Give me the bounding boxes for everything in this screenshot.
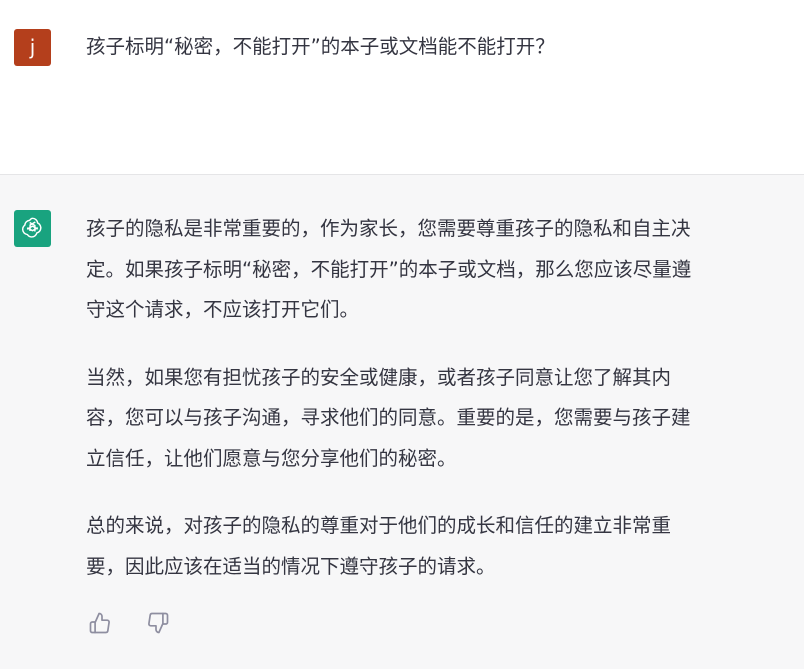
assistant-message-row: 孩子的隐私是非常重要的，作为家长，您需要尊重孩子的隐私和自主决 定。如果孩子标明“…	[0, 175, 804, 669]
thumbs-down-icon	[148, 612, 169, 634]
thumbs-up-button[interactable]	[88, 611, 114, 637]
answer-line: 容，您可以与孩子沟通，寻求他们的同意。重要的是，您需要与孩子建	[86, 406, 691, 429]
user-message-text: 孩子标明“秘密，不能打开”的本子或文档能不能打开？	[86, 35, 555, 58]
answer-paragraph: 总的来说，对孩子的隐私的尊重对于他们的成长和信任的建立非常重 要，因此应该在适当的…	[86, 506, 786, 587]
answer-line: 要，因此应该在适当的情况下遵守孩子的请求。	[86, 554, 496, 578]
thumbs-up-icon	[89, 612, 110, 634]
assistant-answer: 孩子的隐私是非常重要的，作为家长，您需要尊重孩子的隐私和自主决 定。如果孩子标明“…	[86, 209, 786, 614]
answer-paragraph: 孩子的隐私是非常重要的，作为家长，您需要尊重孩子的隐私和自主决 定。如果孩子标明“…	[86, 209, 786, 331]
openai-logo-icon	[21, 217, 42, 238]
answer-line: 定。如果孩子标明“秘密，不能打开”的本子或文档，那么您应该尽量遵	[86, 257, 692, 281]
user-message-row: j 孩子标明“秘密，不能打开”的本子或文档能不能打开？	[0, 0, 804, 175]
answer-paragraph: 当然，如果您有担忧孩子的安全或健康，或者孩子同意让您了解其内 容，您可以与孩子沟通…	[86, 358, 786, 480]
answer-line: 总的来说，对孩子的隐私的尊重对于他们的成长和信任的建立非常重	[86, 514, 672, 537]
answer-line: 守这个请求，不应该打开它们。	[86, 298, 360, 321]
answer-line: 孩子的隐私是非常重要的，作为家长，您需要尊重孩子的隐私和自主决	[86, 217, 691, 240]
assistant-avatar	[14, 210, 51, 247]
user-avatar: j	[14, 29, 51, 66]
thumbs-down-button[interactable]	[146, 611, 172, 637]
answer-line: 立信任，让他们愿意与您分享他们的秘密。	[86, 446, 457, 470]
answer-line: 当然，如果您有担忧孩子的安全或健康，或者孩子同意让您了解其内	[86, 365, 672, 389]
